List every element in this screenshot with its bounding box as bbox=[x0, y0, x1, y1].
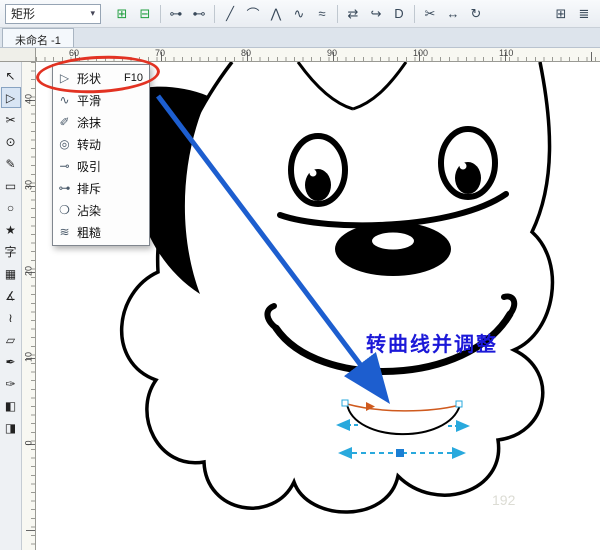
smudge-tool-icon: ✐ bbox=[59, 115, 70, 129]
eyedropper-tool[interactable]: ✒ bbox=[1, 351, 21, 372]
zoom-tool[interactable]: ⊙ bbox=[1, 131, 21, 152]
select-all-nodes-icon[interactable]: ≣ bbox=[573, 3, 595, 25]
hruler-label: 60 bbox=[69, 48, 80, 58]
freehand-tool[interactable]: ✎ bbox=[1, 153, 21, 174]
dimension-tool[interactable]: ∡ bbox=[1, 285, 21, 306]
flyout-item-shape[interactable]: ▷ 形状 F10 bbox=[53, 67, 149, 89]
annotation-text: 转曲线并调整 bbox=[366, 334, 498, 356]
vruler-label: 20 bbox=[23, 266, 34, 277]
hruler-label: 70 bbox=[155, 48, 166, 58]
property-bar-right-icons: ⊞ ≣ bbox=[550, 3, 595, 25]
shape-tool[interactable]: ▷ bbox=[0, 87, 21, 108]
vruler-label: 30 bbox=[23, 180, 34, 191]
property-bar-icons: ⊞ ⊟ ⊶ ⊷ ╱ ⌒ ⋀ ∿ ≈ ⇄ ↪ D ✂ ↔ ↻ bbox=[111, 3, 487, 25]
flyout-item-repel[interactable]: ⊶ 排斥 bbox=[53, 177, 149, 199]
toolbar-separator bbox=[414, 4, 415, 23]
connector-tool[interactable]: ≀ bbox=[1, 307, 21, 328]
repel-tool-icon: ⊶ bbox=[58, 181, 71, 195]
vruler-label: 40 bbox=[23, 94, 34, 105]
interactive-fill-tool[interactable]: ◨ bbox=[1, 417, 21, 438]
toolbox: ↖ ▷ ✂ ⊙ ✎ ▭ ○ ★ 字 ▦ ∡ ≀ ▱ ✒ ✑ ◧ ◨ bbox=[0, 62, 22, 550]
table-tool[interactable]: ▦ bbox=[1, 263, 21, 284]
document-tab-bar: 未命名 -1 bbox=[0, 28, 600, 48]
ruler-corner bbox=[0, 48, 36, 62]
shape-tool-icon: ▷ bbox=[59, 71, 70, 85]
flyout-item-label: 沾染 bbox=[77, 203, 102, 218]
watermark: 192 bbox=[492, 492, 516, 508]
selected-node-handle bbox=[396, 449, 404, 457]
reverse-direction-icon[interactable]: ⇄ bbox=[342, 3, 364, 25]
coreldraw-window: 矩形 ▾ ⊞ ⊟ ⊶ ⊷ ╱ ⌒ ⋀ ∿ ≈ ⇄ ↪ D ✂ ↔ ↻ ⊞ ≣ 未命名 -1 60 70 80 90 1… bbox=[0, 0, 600, 550]
rotate-nodes-icon[interactable]: ↻ bbox=[465, 3, 487, 25]
delete-node-icon[interactable]: ⊟ bbox=[134, 3, 156, 25]
hruler-label: 110 bbox=[499, 48, 514, 58]
toolbar-separator bbox=[214, 4, 215, 23]
flyout-item-label: 粗糙 bbox=[77, 225, 102, 240]
toolbar-separator bbox=[337, 4, 338, 23]
mouth-node-left bbox=[341, 399, 349, 407]
shape-tool-flyout: ▷ 形状 F10 ∿ 平滑 ✐ 涂抹 ◎ 转动 ⊸ 吸引 ⊶ 排斥 ❍ 沾染 ≋ 粗糙 bbox=[52, 64, 150, 246]
hruler-label: 100 bbox=[413, 48, 429, 58]
attract-tool-icon: ⊸ bbox=[59, 159, 70, 173]
flyout-item-label: 转动 bbox=[77, 137, 102, 152]
document-tab[interactable]: 未命名 -1 bbox=[2, 28, 74, 47]
smooth-node-icon[interactable]: ∿ bbox=[288, 3, 310, 25]
right-eye-highlight bbox=[459, 162, 467, 170]
extract-subpath-icon[interactable]: ✂ bbox=[419, 3, 441, 25]
flyout-item-smear[interactable]: ❍ 沾染 bbox=[53, 199, 149, 221]
extend-curve-icon[interactable]: ↪ bbox=[365, 3, 387, 25]
chevron-down-icon: ▾ bbox=[90, 8, 95, 18]
flyout-item-smudge[interactable]: ✐ 涂抹 bbox=[53, 111, 149, 133]
smear-tool-icon: ❍ bbox=[59, 203, 70, 217]
add-node-icon[interactable]: ⊞ bbox=[111, 3, 133, 25]
ellipse-tool[interactable]: ○ bbox=[1, 197, 21, 218]
text-tool[interactable]: 字 bbox=[1, 241, 21, 262]
flyout-item-label: 平滑 bbox=[77, 93, 102, 108]
document-tab-label: 未命名 -1 bbox=[15, 35, 61, 47]
nose-highlight bbox=[372, 232, 414, 250]
flyout-item-label: 吸引 bbox=[77, 159, 102, 174]
smooth-tool-icon: ∿ bbox=[59, 93, 70, 107]
hruler-label: 90 bbox=[327, 48, 338, 58]
flyout-item-roughen[interactable]: ≋ 粗糙 bbox=[53, 221, 149, 243]
twirl-tool-icon: ◎ bbox=[59, 137, 70, 151]
shadow-tool[interactable]: ▱ bbox=[1, 329, 21, 350]
tool-preset-value: 矩形 bbox=[11, 7, 36, 21]
mouth-node-right bbox=[455, 400, 463, 408]
hruler-label: 80 bbox=[241, 48, 252, 58]
vruler-label: 10 bbox=[23, 352, 34, 363]
left-pupil bbox=[305, 169, 331, 201]
elastic-mode-icon[interactable]: ⊞ bbox=[550, 3, 572, 25]
convert-to-line-icon[interactable]: ╱ bbox=[219, 3, 241, 25]
tool-preset-dropdown[interactable]: 矩形 ▾ bbox=[5, 3, 101, 24]
flyout-item-label: 排斥 bbox=[77, 181, 102, 196]
flyout-item-label: 形状 bbox=[77, 71, 102, 86]
flyout-shortcut: F10 bbox=[124, 72, 143, 84]
flyout-item-twirl[interactable]: ◎ 转动 bbox=[53, 133, 149, 155]
stretch-nodes-icon[interactable]: ↔ bbox=[442, 3, 464, 25]
flyout-item-label: 涂抹 bbox=[77, 115, 102, 130]
vertical-ruler[interactable]: 40 30 20 10 0 bbox=[22, 62, 36, 550]
convert-to-curve-icon[interactable]: ⌒ bbox=[242, 3, 264, 25]
toolbar-separator bbox=[160, 4, 161, 23]
horizontal-ruler[interactable]: 60 70 80 90 100 110 bbox=[36, 48, 600, 62]
right-pupil bbox=[455, 162, 481, 194]
roughen-tool-icon: ≋ bbox=[59, 225, 70, 239]
left-eye-highlight bbox=[309, 169, 317, 177]
flyout-item-attract[interactable]: ⊸ 吸引 bbox=[53, 155, 149, 177]
fill-tool[interactable]: ◧ bbox=[1, 395, 21, 416]
vruler-label: 0 bbox=[23, 440, 34, 446]
close-curve-icon[interactable]: D bbox=[388, 3, 410, 25]
symmetric-node-icon[interactable]: ≈ bbox=[311, 3, 333, 25]
outline-pen-tool[interactable]: ✑ bbox=[1, 373, 21, 394]
break-curve-icon[interactable]: ⊷ bbox=[188, 3, 210, 25]
polygon-tool[interactable]: ★ bbox=[1, 219, 21, 240]
crop-tool[interactable]: ✂ bbox=[1, 109, 21, 130]
flyout-item-smooth[interactable]: ∿ 平滑 bbox=[53, 89, 149, 111]
property-bar: 矩形 ▾ ⊞ ⊟ ⊶ ⊷ ╱ ⌒ ⋀ ∿ ≈ ⇄ ↪ D ✂ ↔ ↻ ⊞ ≣ bbox=[0, 0, 600, 28]
join-nodes-icon[interactable]: ⊶ bbox=[165, 3, 187, 25]
rectangle-tool[interactable]: ▭ bbox=[1, 175, 21, 196]
cusp-node-icon[interactable]: ⋀ bbox=[265, 3, 287, 25]
pick-tool[interactable]: ↖ bbox=[1, 65, 21, 86]
